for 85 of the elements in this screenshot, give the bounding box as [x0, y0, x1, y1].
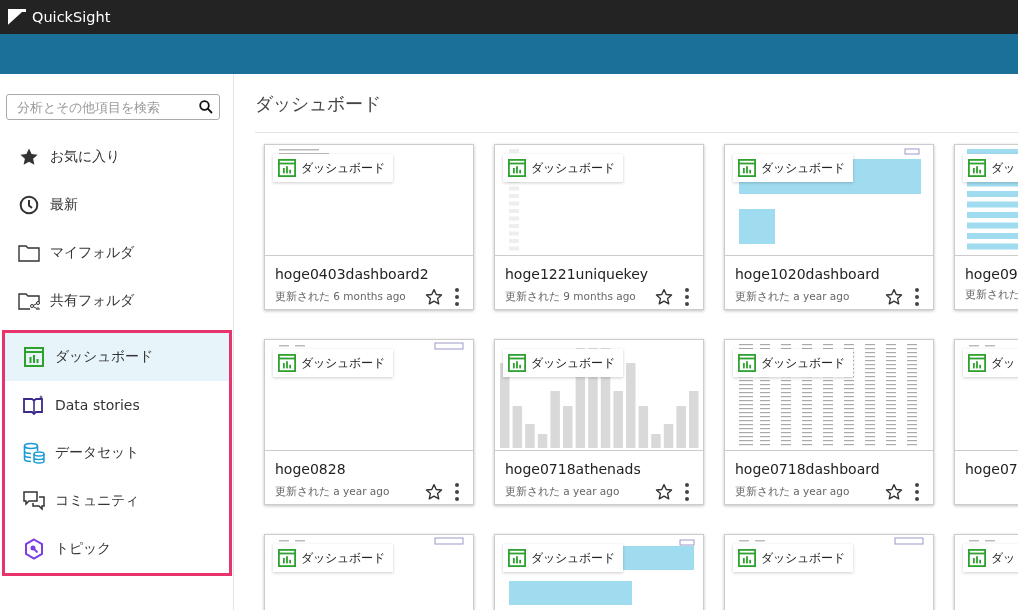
dashboard-name[interactable]: hoge07 [965, 461, 1018, 477]
badge-label: ダッシュボード [761, 550, 845, 566]
dashboard-card[interactable]: ダッシュボード hoge0718athenads 更新された a year ago [494, 339, 704, 505]
favorite-star-icon[interactable] [655, 483, 673, 501]
sidebar-item[interactable]: データセット [5, 429, 229, 477]
dashboard-icon [738, 354, 756, 372]
more-options-icon[interactable] [685, 483, 689, 501]
badge-label: ダッシュボード [761, 160, 845, 176]
badge-label: ダッシュボード [531, 355, 615, 371]
favorite-star-icon[interactable] [425, 288, 443, 306]
badge-label: ダッシュボード [301, 550, 385, 566]
dashboard-card[interactable]: ダッ hoge07 [954, 339, 1018, 505]
more-options-icon[interactable] [685, 288, 689, 306]
dashboard-name[interactable]: hoge1221uniquekey [505, 266, 649, 282]
clock-icon [19, 195, 39, 215]
search-field[interactable]: 分析とその他項目を検索 [6, 94, 220, 120]
sidebar-item[interactable]: 最新 [0, 181, 233, 229]
favorite-star-icon[interactable] [655, 288, 673, 306]
badge-label: ダッシュボード [301, 355, 385, 371]
dashboard-name[interactable]: hoge0718athenads [505, 461, 641, 477]
dashboard-icon [278, 354, 296, 372]
more-options-icon[interactable] [455, 483, 459, 501]
more-options-icon[interactable] [915, 483, 919, 501]
dashboard-card[interactable]: ダッシュボード hoge0718dashboard 更新された a year ago [724, 339, 934, 505]
dashboard-icon [508, 354, 526, 372]
page-heading: ダッシュボード [255, 74, 1018, 133]
more-options-icon[interactable] [915, 288, 919, 306]
search-icon [199, 100, 213, 114]
hexagon-icon [24, 538, 44, 560]
dashboard-name[interactable]: hoge0403dashboard2 [275, 266, 429, 282]
badge-label: ダッ [991, 160, 1015, 176]
updated-time: 更新された 6 months ago [275, 290, 406, 304]
dashboard-name[interactable]: hoge0718dashboard [735, 461, 880, 477]
dashboard-name[interactable]: hoge0828 [275, 461, 346, 477]
dashboard-card[interactable]: ダッシュボード [724, 534, 934, 610]
dashboard-card[interactable]: ダッシュボード hoge0403dashboard2 更新された 6 months ago [264, 144, 474, 310]
dashboard-card[interactable]: ダッ [954, 534, 1018, 610]
updated-time: 更新された 9 months ago [505, 290, 636, 304]
dashboard-icon [968, 159, 986, 177]
dashboard-icon [508, 549, 526, 567]
updated-time: 更新された a year ago [275, 485, 390, 499]
favorite-star-icon[interactable] [885, 483, 903, 501]
dashboard-card[interactable]: ダッシュボード [264, 534, 474, 610]
dashboard-name[interactable]: hoge09 [965, 266, 1018, 282]
shared-folder-icon [18, 292, 40, 310]
dashboard-icon [968, 549, 986, 567]
sidebar-item[interactable]: トピック [5, 525, 229, 573]
favorite-star-icon[interactable] [885, 288, 903, 306]
badge-label: ダッ [991, 355, 1015, 371]
badge-label: ダッ [991, 550, 1015, 566]
dashboard-icon [738, 159, 756, 177]
badge-label: ダッシュボード [531, 160, 615, 176]
star-icon [19, 147, 39, 167]
dashboard-icon [24, 347, 44, 367]
updated-time: 更新された [965, 288, 1018, 302]
book-icon [23, 395, 45, 415]
sidebar-item[interactable]: 共有フォルダ [0, 277, 233, 325]
sidebar-item[interactable]: マイフォルダ [0, 229, 233, 277]
badge-label: ダッシュボード [761, 355, 845, 371]
sidebar-item[interactable]: お気に入り [0, 133, 233, 181]
dashboard-card[interactable]: ダッシュボード hoge1020dashboard 更新された a year ago [724, 144, 934, 310]
dashboard-icon [508, 159, 526, 177]
dashboard-card[interactable]: ダッ hoge09 更新された [954, 144, 1018, 310]
app-title: QuickSight [32, 9, 111, 25]
chat-icon [23, 490, 45, 512]
updated-time: 更新された a year ago [735, 485, 850, 499]
dashboard-name[interactable]: hoge1020dashboard [735, 266, 880, 282]
dashboard-card[interactable]: ダッシュボード hoge1221uniquekey 更新された 9 months ago [494, 144, 704, 310]
dashboard-card[interactable]: ダッシュボード [494, 534, 704, 610]
sidebar-item[interactable]: コミュニティ [5, 477, 229, 525]
badge-label: ダッシュボード [531, 550, 615, 566]
sidebar-item[interactable]: Data stories [5, 381, 229, 429]
updated-time: 更新された a year ago [735, 290, 850, 304]
dashboard-icon [278, 159, 296, 177]
more-options-icon[interactable] [455, 288, 459, 306]
folder-icon [18, 244, 40, 262]
dashboard-icon [738, 549, 756, 567]
badge-label: ダッシュボード [301, 160, 385, 176]
dashboard-icon [278, 549, 296, 567]
sidebar-item[interactable]: ダッシュボード [5, 333, 229, 381]
updated-time: 更新された a year ago [505, 485, 620, 499]
dashboard-icon [968, 354, 986, 372]
favorite-star-icon[interactable] [425, 483, 443, 501]
database-icon [23, 442, 45, 464]
dashboard-card[interactable]: ダッシュボード hoge0828 更新された a year ago [264, 339, 474, 505]
